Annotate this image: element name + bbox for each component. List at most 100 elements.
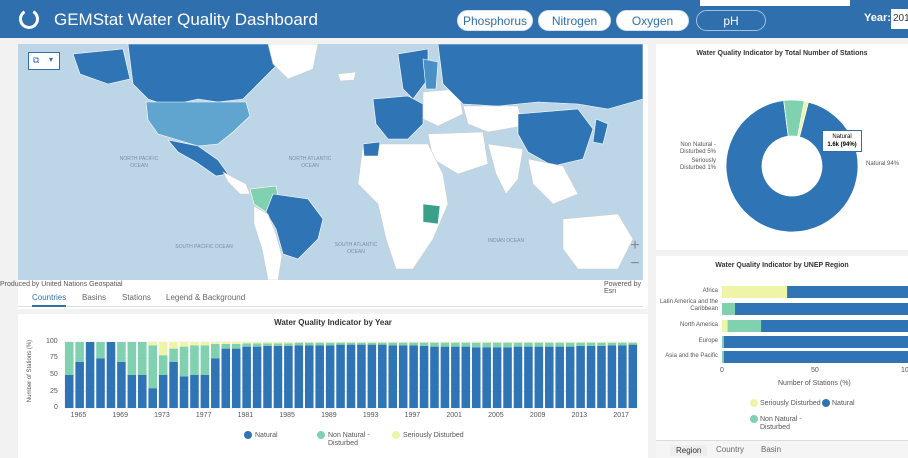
bar-seriously-disturbed-2017[interactable]: [618, 342, 627, 343]
year-select[interactable]: 2018: [891, 9, 908, 29]
bar-natural-2001[interactable]: [451, 346, 460, 408]
bar-non-natural-disturbed-1990[interactable]: [336, 342, 345, 345]
bar-seriously-disturbed-2014[interactable]: [586, 342, 596, 343]
bar-non-natural-disturbed-1979[interactable]: [221, 343, 231, 349]
bar-seriously-disturbed-1978[interactable]: [211, 342, 220, 344]
bar-seriously-disturbed-1972[interactable]: [148, 342, 157, 346]
bar-seriously-disturbed-1993[interactable]: [367, 342, 377, 343]
bar-natural-1999[interactable]: [430, 346, 439, 408]
bar-natural-1988[interactable]: [315, 345, 324, 408]
region-bar-natural-3[interactable]: [723, 336, 908, 348]
bar-non-natural-disturbed-1974[interactable]: [169, 348, 178, 362]
bar-natural-1979[interactable]: [221, 348, 231, 408]
bar-non-natural-disturbed-1967[interactable]: [96, 342, 105, 359]
bar-seriously-disturbed-1973[interactable]: [158, 342, 168, 356]
bar-seriously-disturbed-1999[interactable]: [430, 342, 439, 343]
bar-non-natural-disturbed-1989[interactable]: [325, 342, 335, 346]
bar-natural-1998[interactable]: [419, 345, 429, 408]
bar-seriously-disturbed-2007[interactable]: [513, 342, 523, 343]
bar-non-natural-disturbed-2017[interactable]: [618, 342, 627, 346]
bar-seriously-disturbed-2008[interactable]: [524, 342, 533, 343]
bar-non-natural-disturbed-2003[interactable]: [471, 342, 481, 348]
bar-non-natural-disturbed-1978[interactable]: [211, 343, 220, 359]
bar-non-natural-disturbed-2007[interactable]: [513, 342, 523, 347]
bar-non-natural-disturbed-1992[interactable]: [357, 342, 366, 345]
bar-natural-1994[interactable]: [378, 344, 387, 408]
tab-legend-background[interactable]: Legend & Background: [166, 293, 245, 302]
bar-natural-1975[interactable]: [179, 376, 189, 408]
world-map[interactable]: NORTH PACIFIC OCEAN NORTH ATLANTIC OCEAN…: [18, 44, 643, 280]
region-bar-seriously-disturbed-0[interactable]: [722, 286, 788, 298]
bar-seriously-disturbed-1996[interactable]: [398, 342, 408, 343]
bar-natural-2004[interactable]: [482, 347, 491, 408]
bar-natural-2014[interactable]: [586, 345, 596, 408]
bar-seriously-disturbed-2012[interactable]: [565, 342, 575, 343]
bar-seriously-disturbed-1979[interactable]: [221, 342, 231, 344]
bar-natural-2011[interactable]: [555, 346, 565, 408]
region-bar-non-natural-disturbed-3[interactable]: [722, 336, 724, 348]
bar-non-natural-disturbed-2016[interactable]: [607, 342, 617, 346]
bar-natural-1970[interactable]: [127, 375, 137, 408]
tab-basin[interactable]: Basin: [761, 445, 781, 454]
bar-non-natural-disturbed-2005[interactable]: [492, 342, 502, 348]
bar-non-natural-disturbed-2008[interactable]: [524, 342, 533, 347]
bar-natural-2007[interactable]: [513, 346, 523, 408]
bar-non-natural-disturbed-2004[interactable]: [482, 342, 491, 348]
bar-natural-2012[interactable]: [565, 346, 575, 408]
bar-natural-1991[interactable]: [346, 344, 356, 408]
bar-non-natural-disturbed-1999[interactable]: [430, 342, 439, 347]
bar-non-natural-disturbed-1986[interactable]: [294, 342, 304, 346]
bar-seriously-disturbed-2016[interactable]: [607, 342, 617, 343]
bar-natural-1987[interactable]: [304, 345, 314, 408]
region-bar-non-natural-disturbed-2[interactable]: [727, 320, 762, 332]
bar-natural-2018[interactable]: [628, 344, 638, 408]
bar-non-natural-disturbed-1982[interactable]: [252, 343, 262, 347]
bar-natural-2016[interactable]: [607, 345, 617, 408]
basemap-toggle-button[interactable]: ⧉ ▾: [28, 52, 60, 70]
bar-natural-1985[interactable]: [284, 345, 293, 408]
bar-non-natural-disturbed-2000[interactable]: [440, 342, 450, 347]
bar-natural-1972[interactable]: [148, 388, 157, 408]
bar-seriously-disturbed-2005[interactable]: [492, 342, 502, 343]
bar-natural-1993[interactable]: [367, 344, 377, 408]
bar-seriously-disturbed-2002[interactable]: [461, 342, 471, 343]
bar-natural-2006[interactable]: [503, 347, 512, 408]
bar-non-natural-disturbed-1977[interactable]: [200, 345, 210, 375]
bar-seriously-disturbed-2018[interactable]: [628, 342, 638, 343]
bar-seriously-disturbed-1977[interactable]: [200, 342, 210, 346]
bar-natural-1997[interactable]: [409, 345, 418, 408]
bar-natural-1976[interactable]: [190, 375, 199, 408]
bar-natural-2015[interactable]: [597, 345, 606, 408]
tab-stations[interactable]: Stations: [122, 293, 151, 302]
bar-natural-1969[interactable]: [117, 361, 126, 408]
bar-natural-2008[interactable]: [524, 346, 533, 408]
bar-non-natural-disturbed-1983[interactable]: [263, 343, 272, 346]
bar-non-natural-disturbed-2009[interactable]: [534, 342, 544, 347]
bar-non-natural-disturbed-1994[interactable]: [378, 342, 387, 345]
bar-non-natural-disturbed-1980[interactable]: [231, 343, 241, 349]
param-phosphorus-button[interactable]: Phosphorus: [457, 10, 533, 31]
bar-non-natural-disturbed-1973[interactable]: [158, 355, 168, 375]
bar-natural-1977[interactable]: [200, 375, 210, 408]
legend-non-natural[interactable]: Non Natural - Disturbed: [328, 432, 374, 448]
bar-non-natural-disturbed-1985[interactable]: [284, 343, 293, 346]
bar-non-natural-disturbed-2006[interactable]: [503, 342, 512, 348]
bar-seriously-disturbed-1994[interactable]: [378, 342, 387, 343]
bar-natural-1966[interactable]: [85, 342, 95, 408]
tab-region[interactable]: Region: [670, 445, 708, 456]
bar-seriously-disturbed-1983[interactable]: [263, 342, 272, 344]
bar-natural-1992[interactable]: [357, 344, 366, 408]
bar-seriously-disturbed-1985[interactable]: [284, 342, 293, 344]
bar-natural-1995[interactable]: [388, 345, 398, 408]
bar-natural-2003[interactable]: [471, 347, 481, 408]
bar-natural-2002[interactable]: [461, 346, 471, 408]
bar-non-natural-disturbed-2012[interactable]: [565, 342, 575, 347]
region-bar-non-natural-disturbed-4[interactable]: [722, 351, 724, 363]
legend-seriously[interactable]: Seriously Disturbed: [403, 432, 464, 440]
bar-non-natural-disturbed-1981[interactable]: [242, 343, 251, 347]
bar-seriously-disturbed-1981[interactable]: [242, 342, 251, 344]
bar-natural-1989[interactable]: [325, 345, 335, 408]
region-legend-natural[interactable]: Natural: [832, 400, 855, 408]
bar-natural-2017[interactable]: [618, 345, 627, 408]
bar-natural-1964[interactable]: [64, 375, 74, 408]
